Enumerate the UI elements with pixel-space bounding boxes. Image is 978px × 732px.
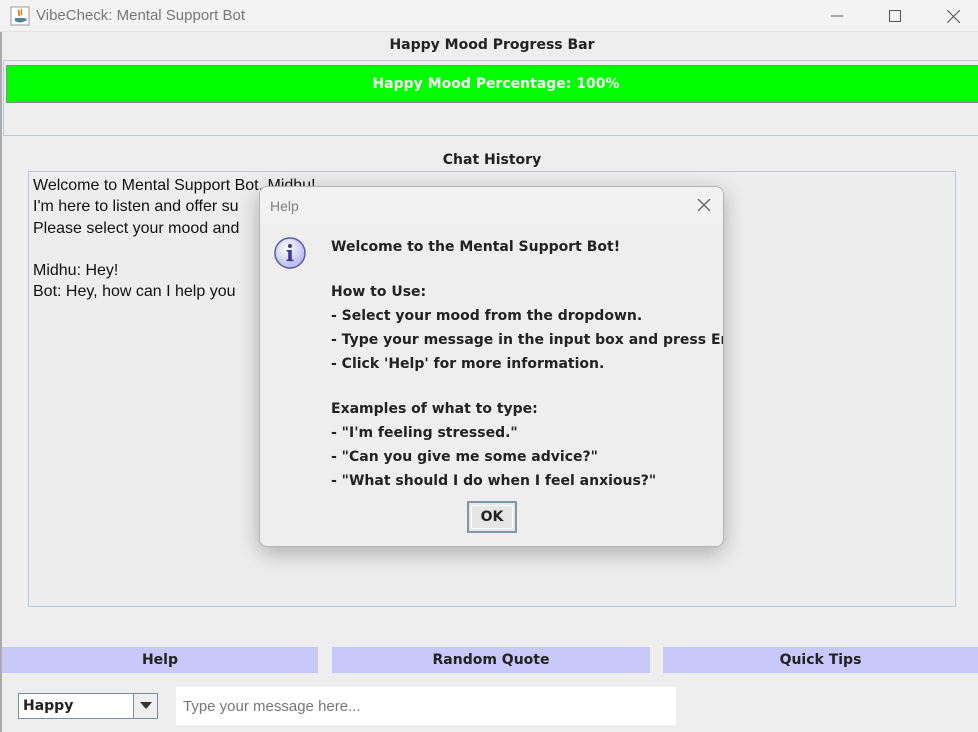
random-quote-button[interactable]: Random Quote — [332, 647, 650, 673]
java-app-icon — [10, 6, 30, 26]
mood-selected-value: Happy — [23, 698, 74, 714]
chevron-down-icon — [139, 702, 152, 709]
minimize-icon — [831, 15, 843, 17]
progress-panel: Happy Mood Percentage: 100% — [3, 60, 978, 136]
example-item: - "Can you give me some advice?" — [331, 449, 598, 465]
mood-dropdown[interactable]: Happy — [18, 693, 158, 719]
dropdown-arrow-button[interactable] — [133, 694, 157, 718]
information-icon — [274, 237, 306, 269]
close-button[interactable] — [924, 0, 978, 32]
quick-tips-button[interactable]: Quick Tips — [663, 647, 978, 673]
dialog-message: Welcome to the Mental Support Bot! How t… — [331, 237, 724, 495]
dialog-title: Help — [270, 198, 299, 214]
how-to-title: How to Use: — [331, 284, 427, 300]
close-icon — [946, 9, 960, 23]
dialog-titlebar: Help — [260, 187, 723, 224]
how-to-item: - Click 'Help' for more information. — [331, 356, 605, 372]
progress-label: Happy Mood Percentage: 100% — [372, 76, 620, 92]
mood-progress-bar: Happy Mood Percentage: 100% — [6, 65, 978, 103]
how-to-item: - Type your message in the input box and… — [331, 332, 724, 348]
examples-title: Examples of what to type: — [331, 401, 538, 417]
ok-button[interactable]: OK — [467, 501, 517, 533]
message-input[interactable] — [176, 687, 676, 725]
minimize-button[interactable] — [808, 0, 866, 32]
ok-button-label: OK — [480, 509, 504, 525]
chat-history-title: Chat History — [442, 152, 542, 168]
maximize-button[interactable] — [866, 0, 924, 32]
progress-title: Happy Mood Progress Bar — [389, 37, 595, 53]
maximize-icon — [889, 10, 901, 22]
window-title: VibeCheck: Mental Support Bot — [36, 7, 246, 24]
help-button[interactable]: Help — [2, 647, 318, 673]
example-item: - "I'm feeling stressed." — [331, 425, 518, 441]
example-item: - "What should I do when I feel anxious?… — [331, 473, 657, 489]
dialog-close-icon[interactable] — [695, 196, 713, 214]
how-to-item: - Select your mood from the dropdown. — [331, 308, 643, 324]
help-dialog: Help Welcome to the Mental Support Bot! … — [259, 186, 724, 547]
dialog-heading: Welcome to the Mental Support Bot! — [331, 239, 621, 255]
window-titlebar: VibeCheck: Mental Support Bot — [0, 0, 978, 32]
